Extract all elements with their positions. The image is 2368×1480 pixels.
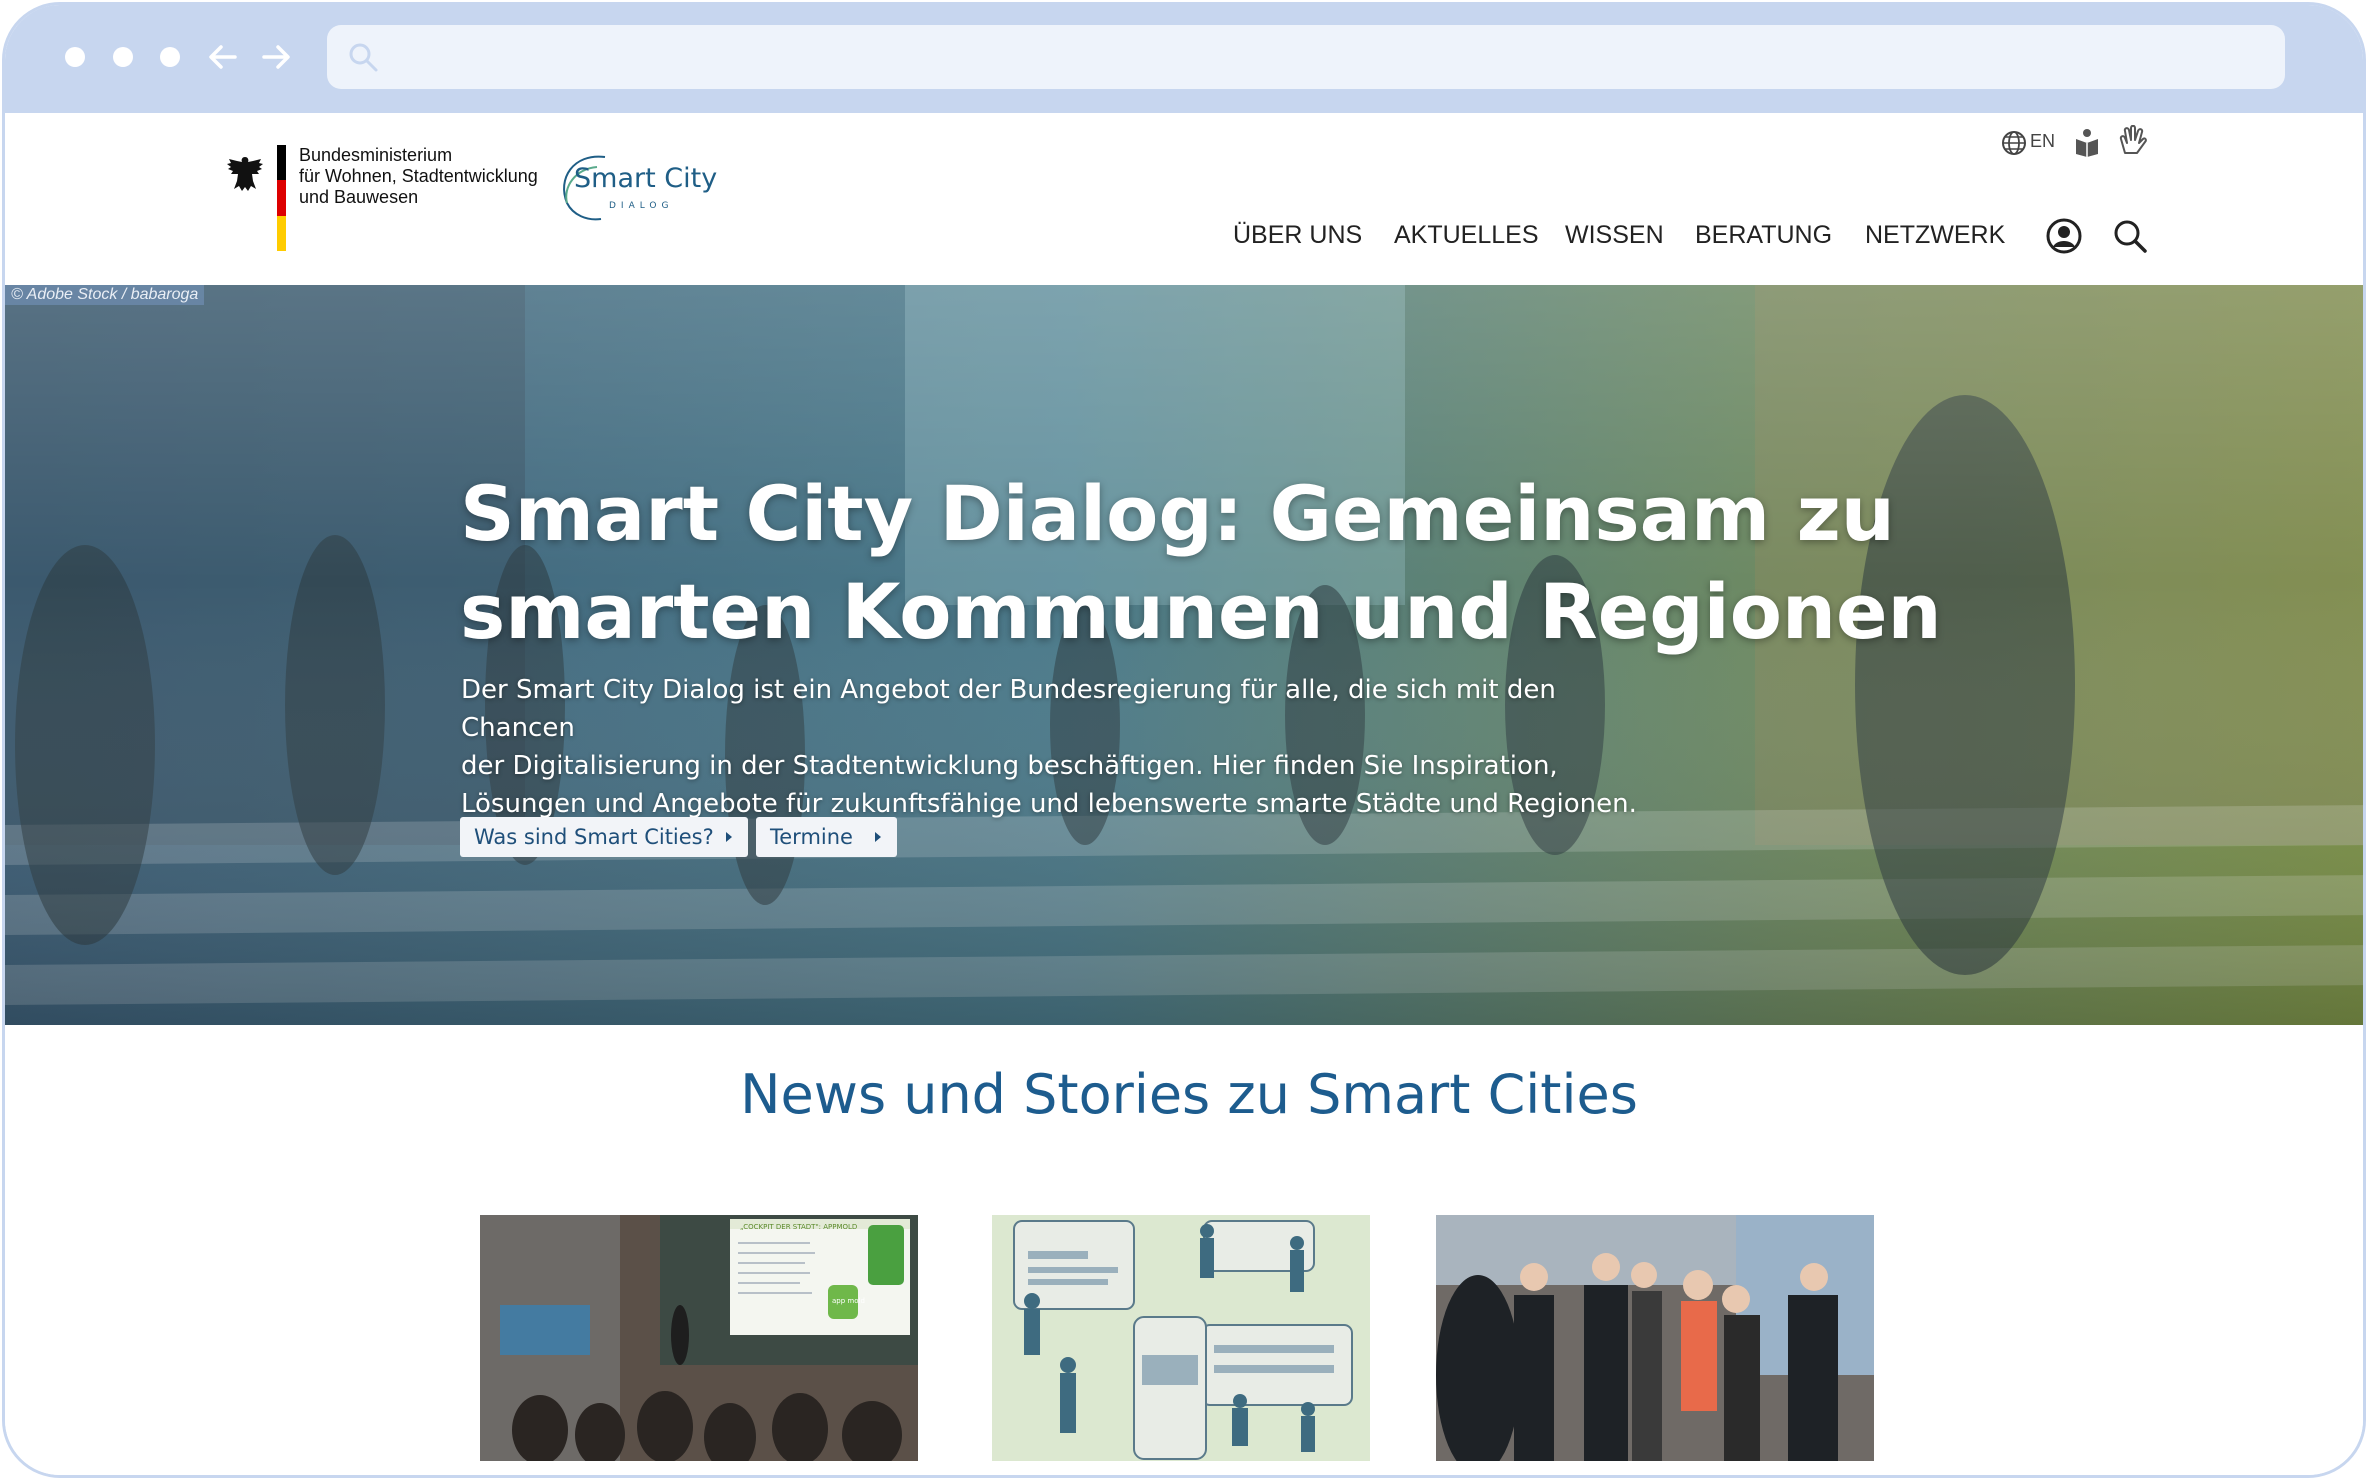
federal-eagle-icon [227, 157, 263, 191]
button-label: Termine [770, 825, 853, 849]
back-arrow-icon[interactable] [205, 39, 241, 75]
hero-title-line: Smart City Dialog: Gemeinsam zu [460, 469, 1895, 558]
digital-city-illustration [992, 1215, 1370, 1461]
caret-right-icon [875, 832, 881, 842]
nav-ueber-uns[interactable]: ÜBER UNS [1233, 221, 1362, 261]
search-icon [349, 43, 378, 72]
forward-arrow-icon[interactable] [258, 39, 294, 75]
ministry-line: für Wohnen, Stadtentwicklung [299, 166, 538, 186]
image-credit: © Adobe Stock / babaroga [5, 285, 205, 305]
address-bar[interactable] [327, 25, 2285, 89]
news-card-image[interactable] [1436, 1215, 1874, 1461]
ministry-name: Bundesministerium für Wohnen, Stadtentwi… [299, 145, 559, 208]
easy-language-icon[interactable] [2073, 127, 2101, 157]
window-dot-minimize[interactable] [113, 47, 133, 67]
user-account-icon[interactable] [2045, 217, 2083, 255]
news-card-image[interactable]: „COCKPIT DER STADT": APPMOLD app mold [480, 1215, 918, 1461]
browser-chrome [5, 5, 2363, 113]
news-section-title: News und Stories zu Smart Cities [740, 1063, 1638, 1126]
hero-text-line: der Digitalisierung in der Stadtentwickl… [461, 751, 1558, 781]
language-switch[interactable]: EN [2030, 131, 2055, 152]
nav-netzwerk[interactable]: NETZWERK [1865, 221, 2005, 250]
german-flag-bar [277, 145, 286, 251]
button-label: Was sind Smart Cities? [474, 825, 714, 849]
hero-description: Der Smart City Dialog ist ein Angebot de… [461, 671, 1661, 823]
window-dot-maximize[interactable] [160, 47, 180, 67]
news-card-image[interactable] [992, 1215, 1370, 1461]
ministry-line: Bundesministerium [299, 145, 453, 165]
logo-subtitle: DIALOG [609, 201, 674, 211]
hero-title-line: smarten Kommunen und Regionen [460, 567, 1942, 656]
search-icon[interactable] [2111, 217, 2149, 255]
nav-beratung[interactable]: BERATUNG [1695, 221, 1832, 250]
nav-wissen[interactable]: WISSEN [1565, 221, 1664, 250]
termine-button[interactable]: Termine [756, 817, 897, 857]
nav-aktuelles[interactable]: AKTUELLES [1394, 221, 1539, 250]
website: Bundesministerium für Wohnen, Stadtentwi… [5, 113, 2363, 1475]
event-group-photo [1436, 1215, 1874, 1461]
what-are-smart-cities-button[interactable]: Was sind Smart Cities? [460, 817, 748, 857]
browser-window: Bundesministerium für Wohnen, Stadtentwi… [2, 2, 2366, 1478]
hero-text-line: Der Smart City Dialog ist ein Angebot de… [461, 675, 1556, 743]
conference-photo: „COCKPIT DER STADT": APPMOLD app mold [480, 1215, 918, 1461]
logo-title: Smart City [574, 163, 718, 194]
caret-right-icon [726, 832, 732, 842]
globe-icon[interactable] [2000, 129, 2028, 157]
sign-language-icon[interactable] [2117, 125, 2147, 157]
app-badge-text: app mold [832, 1297, 865, 1305]
window-dot-close[interactable] [65, 47, 85, 67]
ministry-line: und Bauwesen [299, 187, 419, 207]
hero-title: Smart City Dialog: Gemeinsam zu smarten … [460, 465, 1960, 661]
screen-title: „COCKPIT DER STADT": APPMOLD [740, 1223, 857, 1231]
hero-banner: © Adobe Stock / babaroga Smart City Dial… [5, 285, 2363, 1025]
